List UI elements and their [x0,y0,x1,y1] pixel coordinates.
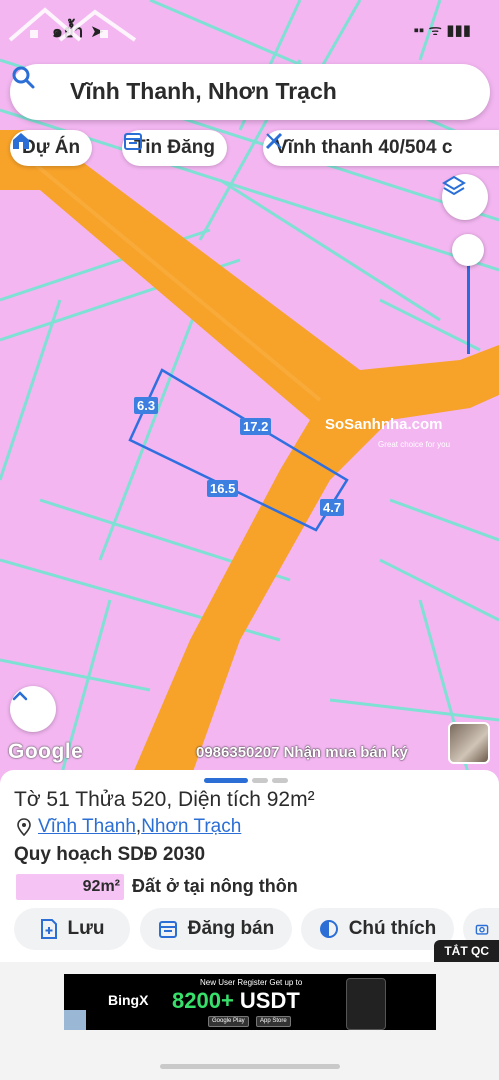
house-icon [13,133,29,149]
parcel-info-sheet: Tờ 51 Thửa 520, Diện tích 92m² Vĩnh Than… [0,770,499,962]
ad-brand: BingX [108,992,149,1008]
plan-title: Quy hoạch SDĐ 2030 [14,844,206,865]
watermark-logo [8,7,137,42]
area-badge: 92m² [16,874,124,900]
calendar-icon [158,921,177,938]
legend-button[interactable]: Chú thích [301,908,454,950]
chip-du-an[interactable]: Dự Án [10,130,93,166]
save-button[interactable]: Lưu [14,908,130,950]
map-view[interactable]: ๑ย้ำ ➤ ▪▪ ᯤ ▮▮▮ Vĩnh Thanh, Nhơn Trạch D… [0,0,499,780]
ruler-icon [265,132,283,150]
ad-container: TẮT QC BingX New User Register Get up to… [0,940,499,1080]
dimension-label: 6.3 [134,397,159,414]
map-pin-icon [17,818,31,836]
ad-banner[interactable]: BingX New User Register Get up to 8200+ … [64,974,436,1030]
ad-headline-top: New User Register Get up to [200,978,303,987]
chip-label: Vĩnh thanh 40/504 c [275,137,453,158]
camera-icon [475,924,489,935]
save-label: Lưu [67,918,105,939]
sheet-handle-active[interactable] [204,778,248,783]
dimension-label: 16.5 [207,480,239,497]
commune-link[interactable]: Vĩnh Thanh [38,816,136,838]
legend-label: Chú thích [348,918,437,939]
parcel-title: Tờ 51 Thửa 520, Diện tích 92m² [14,788,315,811]
search-input[interactable]: Vĩnh Thanh, Nhơn Trạch [70,78,337,105]
watermark-brand: SoSanhnha.com [325,416,443,433]
district-link[interactable]: Nhơn Trạch [141,816,241,838]
sheet-handle[interactable] [252,778,268,783]
marquee-text: 0986350207 Nhận mua bán ký [196,744,408,761]
dimension-label: 4.7 [320,499,345,516]
half-circle-icon [319,920,338,938]
calendar-icon [124,133,142,150]
chevron-up-icon [12,691,28,701]
layers-icon [442,175,466,196]
expand-up-button[interactable] [10,686,56,732]
ad-amount-value: 8200+ [172,988,234,1013]
status-icons: ▪▪ ᯤ ▮▮▮ [413,22,471,39]
app-store-badge: App Store [256,1016,291,1027]
dimension-label: 17.2 [240,418,272,435]
ad-amount: 8200+ USDT [172,988,300,1014]
ad-currency: USDT [239,988,300,1013]
ad-choices-icon[interactable] [64,1010,86,1030]
location-row: Vĩnh Thanh , Nhơn Trạch [16,816,241,838]
opacity-slider-track[interactable] [467,256,470,354]
sheet-handle[interactable] [272,778,288,783]
post-sale-label: Đăng bán [187,918,275,939]
listing-thumbnail[interactable] [448,722,490,764]
google-play-badge: Google Play [208,1016,249,1027]
land-use-label: Đất ở tại nông thôn [132,876,298,896]
chip-tin-dang[interactable]: Tin Đăng [122,130,227,166]
google-logo: Google [8,740,84,763]
chip-search-term[interactable]: Vĩnh thanh 40/504 c [263,130,499,166]
chip-label: Tin Đăng [134,137,215,158]
home-indicator[interactable] [160,1064,340,1069]
post-sale-button[interactable]: Đăng bán [140,908,292,950]
ad-phone-image [346,978,386,1030]
add-document-icon [40,919,57,939]
hide-ads-button[interactable]: TẮT QC [434,940,499,962]
layers-button[interactable] [442,174,488,220]
watermark-tagline: Great choice for you [378,440,451,449]
opacity-slider-knob[interactable] [452,234,484,266]
